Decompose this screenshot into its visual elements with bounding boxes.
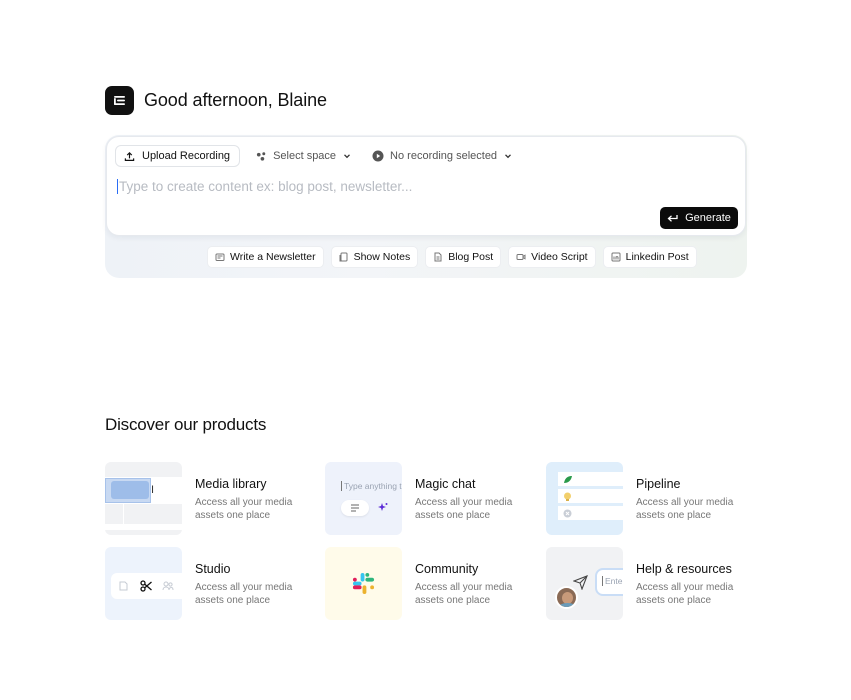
product-title: Help & resources [636, 562, 732, 576]
product-title: Community [415, 562, 479, 576]
product-card-community[interactable]: Community Access all your media assets o… [325, 547, 535, 620]
app-logo-icon [105, 86, 134, 115]
prompt-input[interactable] [117, 179, 717, 194]
chevron-down-icon [344, 154, 351, 159]
community-thumb [325, 547, 402, 620]
text-cursor-icon: I [151, 484, 155, 496]
scissors-icon [140, 580, 152, 592]
space-icon [256, 151, 266, 161]
greeting-text: Good afternoon, Blaine [144, 90, 327, 110]
magic-chat-thumb: Type anything to [325, 462, 402, 535]
bulb-icon [564, 492, 571, 501]
lines-icon [351, 504, 359, 512]
composer-box: Upload Recording Select space No recordi… [106, 136, 746, 236]
product-title: Studio [195, 562, 231, 576]
suggestion-chips: Write a Newsletter Show Notes Blog Post … [207, 246, 697, 268]
discover-title: Discover our products [105, 415, 267, 434]
avatar [555, 586, 578, 609]
product-desc: Access all your media assets one place [415, 497, 513, 521]
pipeline-thumb [546, 462, 623, 535]
chip-video-script[interactable]: Video Script [508, 246, 596, 268]
select-recording-dropdown[interactable]: No recording selected [368, 150, 517, 162]
generate-label: Generate [685, 212, 731, 224]
select-recording-label: No recording selected [390, 150, 498, 162]
chip-label: Blog Post [448, 251, 494, 263]
leaf-icon [564, 476, 572, 483]
product-desc: Access all your media assets one place [636, 582, 734, 606]
product-card-help-resources[interactable]: Ente Help & resources Access all your me… [546, 547, 756, 620]
product-card-studio[interactable]: Studio Access all your media assets one … [105, 547, 315, 620]
upload-recording-label: Upload Recording [142, 150, 231, 162]
composer-container: Upload Recording Select space No recordi… [105, 135, 747, 278]
product-desc: Access all your media assets one place [415, 582, 513, 606]
thumb-placeholder: Ente [602, 576, 623, 586]
media-library-thumb: I [105, 462, 182, 535]
close-circle-icon [563, 509, 572, 518]
document-icon [434, 252, 442, 262]
chip-blog-post[interactable]: Blog Post [425, 246, 502, 268]
composer-toolbar: Upload Recording Select space No recordi… [115, 145, 517, 167]
chip-show-notes[interactable]: Show Notes [330, 246, 419, 268]
product-title: Media library [195, 477, 267, 491]
product-desc: Access all your media assets one place [195, 497, 293, 521]
chip-label: Linkedin Post [625, 251, 689, 263]
chip-write-newsletter[interactable]: Write a Newsletter [207, 246, 324, 268]
video-icon [516, 254, 526, 260]
greeting-header: Good afternoon, Blaine [105, 86, 327, 115]
select-space-dropdown[interactable]: Select space [252, 150, 356, 162]
notes-icon [339, 252, 348, 262]
upload-icon [124, 151, 135, 161]
chip-label: Video Script [531, 251, 588, 263]
upload-recording-button[interactable]: Upload Recording [115, 145, 241, 167]
product-card-pipeline[interactable]: Pipeline Access all your media assets on… [546, 462, 756, 535]
document-icon [119, 581, 128, 591]
product-title: Pipeline [636, 477, 681, 491]
product-card-media-library[interactable]: I Media library Access all your media as… [105, 462, 315, 535]
select-space-label: Select space [273, 150, 337, 162]
product-card-magic-chat[interactable]: Type anything to Magic chat Access all y… [325, 462, 535, 535]
studio-thumb [105, 547, 182, 620]
product-desc: Access all your media assets one place [636, 497, 734, 521]
send-icon [573, 575, 588, 590]
slack-icon [352, 572, 375, 595]
chip-linkedin-post[interactable]: Linkedin Post [602, 246, 697, 268]
chip-label: Write a Newsletter [230, 251, 316, 263]
chevron-down-icon [505, 154, 512, 159]
help-resources-thumb: Ente [546, 547, 623, 620]
linkedin-icon [611, 252, 621, 262]
chip-label: Show Notes [353, 251, 411, 263]
people-icon [162, 581, 174, 591]
sparkle-icon [378, 503, 388, 511]
enter-arrow-icon [667, 214, 678, 222]
product-desc: Access all your media assets one place [195, 582, 293, 606]
newsletter-icon [215, 253, 225, 261]
generate-button[interactable]: Generate [660, 207, 738, 229]
product-title: Magic chat [415, 477, 476, 491]
play-circle-icon [372, 150, 384, 162]
thumb-placeholder: Type anything to [341, 481, 402, 491]
